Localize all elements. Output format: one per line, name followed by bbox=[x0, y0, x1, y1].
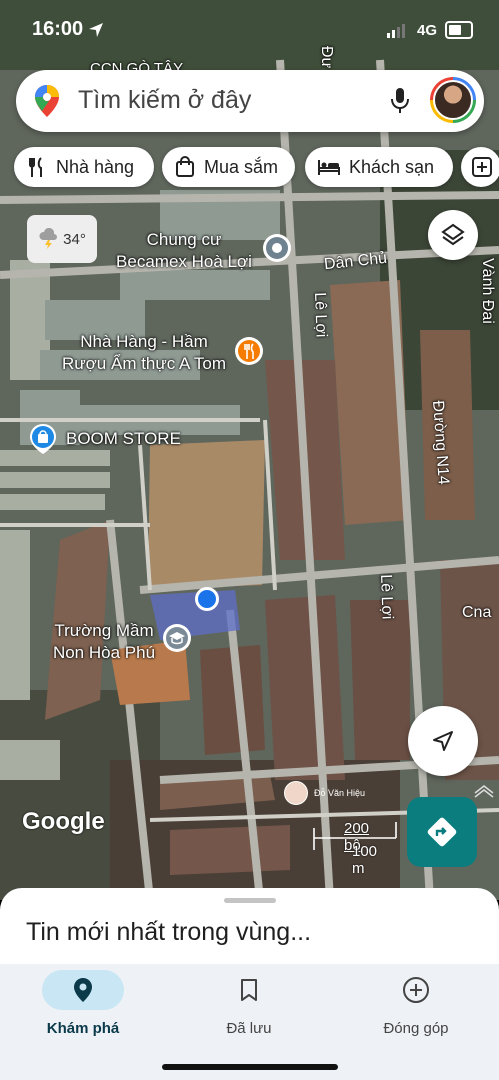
nav-pill bbox=[375, 970, 457, 1010]
plus-box-icon bbox=[472, 157, 492, 177]
explore-pin-icon bbox=[74, 978, 92, 1002]
poi-label-line: Trường Mầm bbox=[54, 621, 154, 640]
nav-explore[interactable]: Khám phá bbox=[0, 970, 166, 1037]
profile-avatar[interactable] bbox=[430, 77, 476, 123]
poi-label-line: Becamex Hoà Lợi bbox=[116, 252, 252, 271]
chip-restaurants[interactable]: Nhà hàng bbox=[14, 147, 154, 187]
navigation-arrow-icon bbox=[433, 731, 453, 751]
nav-label: Đóng góp bbox=[383, 1020, 449, 1037]
bed-icon bbox=[318, 160, 340, 175]
thunderstorm-icon bbox=[39, 228, 58, 249]
poi-label-restaurant[interactable]: Nhà Hàng - Hầm Rượu Ẩm thực A Tom bbox=[54, 331, 234, 375]
poi-label-line: Chung cư bbox=[146, 230, 222, 249]
chip-shopping[interactable]: Mua sắm bbox=[162, 147, 295, 187]
nav-pill bbox=[208, 970, 290, 1010]
weather-temp: 34° bbox=[63, 230, 86, 248]
add-circle-icon bbox=[403, 977, 429, 1003]
nav-contribute[interactable]: Đóng góp bbox=[333, 970, 499, 1037]
poi-label-condo[interactable]: Chung cư Becamex Hoà Lợi bbox=[110, 229, 258, 273]
nav-label: Khám phá bbox=[46, 1020, 120, 1037]
directions-button[interactable] bbox=[407, 797, 477, 867]
status-bar: 16:00 4G bbox=[0, 0, 499, 60]
network-type: 4G bbox=[416, 22, 437, 39]
signal-icon bbox=[387, 24, 405, 38]
directions-icon bbox=[427, 817, 457, 847]
chip-label: Khách sạn bbox=[349, 156, 435, 177]
search-bar[interactable]: Tìm kiếm ở đây bbox=[16, 70, 484, 132]
layers-button[interactable] bbox=[428, 210, 478, 260]
chip-label: Mua sắm bbox=[204, 156, 279, 177]
nav-pill bbox=[42, 970, 124, 1010]
google-logo: Google bbox=[22, 808, 105, 835]
fork-knife-icon bbox=[29, 157, 42, 177]
contributor-badge[interactable]: Đỗ Văn Hiệu bbox=[284, 781, 365, 805]
status-time: 16:00 bbox=[32, 18, 84, 40]
nav-saved[interactable]: Đã lưu bbox=[166, 970, 332, 1037]
chip-hotels[interactable]: Khách sạn bbox=[305, 147, 453, 187]
poi-label-line: Non Hòa Phú bbox=[52, 643, 156, 662]
mic-icon[interactable] bbox=[390, 86, 410, 116]
road-label-vanh-dai: Vành Đai bbox=[479, 258, 496, 324]
sheet-drag-handle[interactable] bbox=[224, 898, 276, 903]
location-arrow-icon bbox=[89, 23, 103, 37]
bottom-nav: Khám phá Đã lưu Đóng góp bbox=[0, 964, 499, 1080]
battery-icon bbox=[445, 21, 473, 39]
home-indicator bbox=[162, 1064, 338, 1070]
nav-label: Đã lưu bbox=[226, 1020, 272, 1037]
scale-m: 100 m bbox=[352, 843, 378, 877]
sheet-title: Tin mới nhất trong vùng... bbox=[26, 918, 312, 946]
layers-icon bbox=[441, 223, 465, 246]
weather-widget[interactable]: 34° bbox=[27, 215, 97, 263]
search-placeholder[interactable]: Tìm kiếm ở đây bbox=[78, 86, 251, 115]
road-label-le-loi-1: Lê Lợi bbox=[311, 292, 330, 338]
category-chips: Nhà hàng Mua sắm Khách sạn bbox=[14, 147, 499, 189]
shopping-bag-icon bbox=[176, 156, 194, 177]
profile-photo bbox=[433, 80, 473, 120]
map-label-cna: Cna bbox=[462, 604, 492, 621]
chip-more[interactable] bbox=[461, 147, 499, 187]
my-location-button[interactable] bbox=[408, 706, 478, 776]
explore-sheet[interactable]: Tin mới nhất trong vùng... bbox=[0, 888, 499, 968]
bookmark-icon bbox=[241, 979, 257, 1001]
contributor-name: Đỗ Văn Hiệu bbox=[314, 788, 366, 798]
contributor-avatar bbox=[284, 781, 308, 805]
maps-pin-icon bbox=[35, 85, 59, 117]
poi-label-line: Nhà Hàng - Hầm bbox=[80, 332, 208, 351]
road-label-le-loi-2: Lê Lợi bbox=[377, 574, 396, 620]
chip-label: Nhà hàng bbox=[56, 156, 135, 177]
poi-label-line: Rượu Ẩm thực A Tom bbox=[62, 354, 226, 373]
poi-label-store[interactable]: BOOM STORE bbox=[66, 428, 181, 450]
poi-label-school[interactable]: Trường Mầm Non Hòa Phú bbox=[46, 620, 162, 664]
